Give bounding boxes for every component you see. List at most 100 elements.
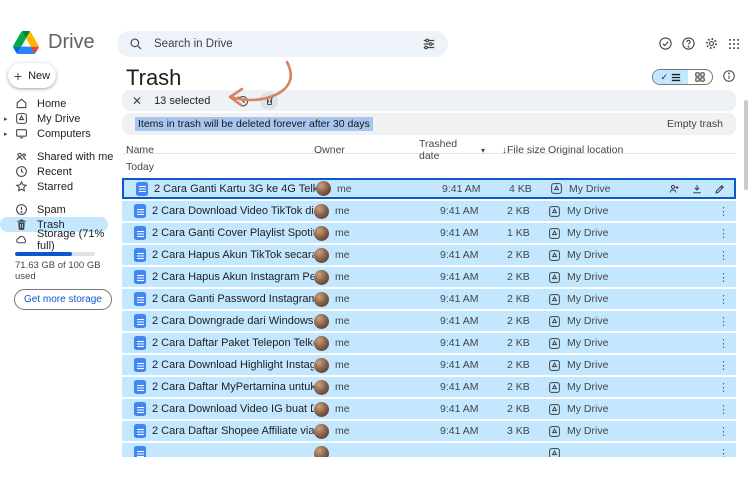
grid-view-button[interactable] [688,70,712,84]
drive-logo[interactable]: Drive [13,31,95,54]
more-options-icon[interactable]: ⋮ [718,337,729,350]
document-file-icon [134,314,146,328]
row-actions: ☆ ⋮ [666,227,736,240]
rename-icon[interactable] [714,183,726,195]
help-icon[interactable] [681,36,696,51]
file-row[interactable]: 2 Cara Downgrade dari Windows 11 ke Wind… [122,311,736,331]
file-row[interactable]: 2 Cara Hapus Akun Instagram Permanen Ter… [122,267,736,287]
search-input[interactable]: Search in Drive [117,31,448,57]
file-row[interactable]: 2 Cara Download Video IG buat Disimpan d… [122,399,736,419]
owner-name: me [335,249,350,261]
delete-forever-button[interactable] [260,92,278,110]
original-location-cell: My Drive [548,271,666,284]
more-options-icon[interactable]: ⋮ [718,227,729,240]
spam-icon [15,203,28,216]
file-row[interactable]: 2 Cara Ganti Password Instagram via HP d… [122,289,736,309]
sidebar-item-label: Starred [37,181,73,193]
file-row[interactable]: 2 Cara Daftar Shopee Affiliate via HP un… [122,421,736,441]
details-info-button[interactable] [722,69,736,83]
original-location-cell: My Drive [548,425,666,438]
clear-selection-button[interactable]: ✕ [132,94,142,108]
vertical-scrollbar[interactable] [744,100,748,190]
sidebar-item-label: Computers [37,128,91,140]
sidebar-item-spam[interactable]: Spam [0,202,117,217]
column-header-file-size[interactable]: File size [507,144,548,156]
file-row[interactable]: 2 Cara Download Highlight Instagram deng… [122,355,736,375]
expand-caret-icon[interactable]: ▸ [4,130,8,138]
offline-status-icon[interactable] [658,36,673,51]
restore-from-trash-button[interactable] [236,94,250,108]
sidebar-item-shared-with-me[interactable]: Shared with me [0,149,117,164]
row-actions: ☆ ⋮ [666,447,736,458]
computers-icon [15,127,28,140]
sidebar-item-home[interactable]: Home [0,96,117,111]
more-options-icon[interactable]: ⋮ [718,271,729,284]
column-header-original-location[interactable]: Original location [548,144,666,156]
file-name: 2 Cara Hapus Akun Instagram Permanen Ter… [152,271,314,283]
file-row[interactable]: 2 Cara Hapus Akun TikTok secara Permanen… [122,245,736,265]
sidebar-nav: Home ▸ My Drive ▸ Computers [0,96,117,310]
file-size: 2 KB [507,337,548,349]
sidebar-item-my-drive[interactable]: ▸ My Drive [0,111,117,126]
more-options-icon[interactable]: ⋮ [718,315,729,328]
new-button[interactable]: + New [8,63,56,88]
my-drive-location-icon [548,227,561,240]
sidebar-item-storage[interactable]: Storage (71% full) [0,232,117,247]
settings-icon[interactable] [704,36,719,51]
sidebar-item-computers[interactable]: ▸ Computers [0,126,117,141]
file-row[interactable]: 2 Cara Daftar Paket Telepon Telkomsel, H… [122,333,736,353]
download-icon[interactable] [691,183,703,195]
my-drive-location-icon [548,271,561,284]
owner-name: me [337,183,352,195]
column-header-name[interactable]: Name [122,144,314,156]
column-header-owner[interactable]: Owner [314,144,419,156]
more-options-icon[interactable]: ⋮ [718,381,729,394]
original-location-cell: My Drive [548,359,666,372]
get-more-storage-button[interactable]: Get more storage [14,289,112,310]
more-options-icon[interactable]: ⋮ [718,447,729,458]
row-actions: ☆ ⋮ [666,381,736,394]
owner-name: me [335,271,350,283]
more-options-icon[interactable]: ⋮ [718,205,729,218]
share-icon[interactable] [668,183,680,195]
original-location-cell: My Drive [548,205,666,218]
file-row[interactable]: 2 Cara Daftar MyPertamina untuk Mendapat… [122,377,736,397]
more-options-icon[interactable]: ⋮ [718,249,729,262]
file-size: 2 KB [507,205,548,217]
file-row[interactable]: 2 Cara Ganti Cover Playlist Spotify deng… [122,223,736,243]
file-name: 2 Cara Download Video IG buat Disimpan d… [152,403,314,415]
document-file-icon [134,446,146,457]
selected-count: 13 selected [154,95,210,107]
location-name: My Drive [567,205,608,217]
search-placeholder: Search in Drive [154,38,411,50]
owner-name: me [335,293,350,305]
sidebar-item-label: Recent [37,166,72,178]
sidebar-item-starred[interactable]: Starred [0,179,117,194]
more-options-icon[interactable]: ⋮ [718,293,729,306]
grid-view-icon [695,72,705,82]
more-options-icon[interactable]: ⋮ [718,359,729,372]
file-row[interactable]: ☆ ⋮ [122,443,736,457]
my-drive-location-icon [548,249,561,262]
owner-avatar [314,314,329,329]
trashed-time: 9:41 AM [419,271,507,283]
column-header-trashed-date[interactable]: Trashed date ▾ ↓ [419,138,507,162]
owner-name: me [335,381,350,393]
row-actions: ☆ ⋮ [666,271,736,284]
advanced-search-icon[interactable] [422,37,436,51]
expand-caret-icon[interactable]: ▸ [4,115,8,123]
trashed-time: 9:41 AM [419,315,507,327]
document-file-icon [134,424,146,438]
file-row[interactable]: 2 Cara Download Video TikTok di HP Andro… [122,201,736,221]
storage-used-text: 71.63 GB of 100 GB used [0,260,117,282]
more-options-icon[interactable]: ⋮ [718,403,729,416]
owner-cell: me [314,314,419,329]
empty-trash-button[interactable]: Empty trash [667,118,723,130]
more-options-icon[interactable]: ⋮ [718,425,729,438]
file-row[interactable]: 2 Cara Ganti Kartu 3G ke 4G Telkomsel vi… [122,178,736,199]
sidebar-item-recent[interactable]: Recent [0,164,117,179]
list-view-button[interactable]: ✓ [653,70,688,84]
apps-grid-icon[interactable] [727,37,741,51]
my-drive-location-icon [548,315,561,328]
trashed-time: 9:41 AM [419,227,507,239]
